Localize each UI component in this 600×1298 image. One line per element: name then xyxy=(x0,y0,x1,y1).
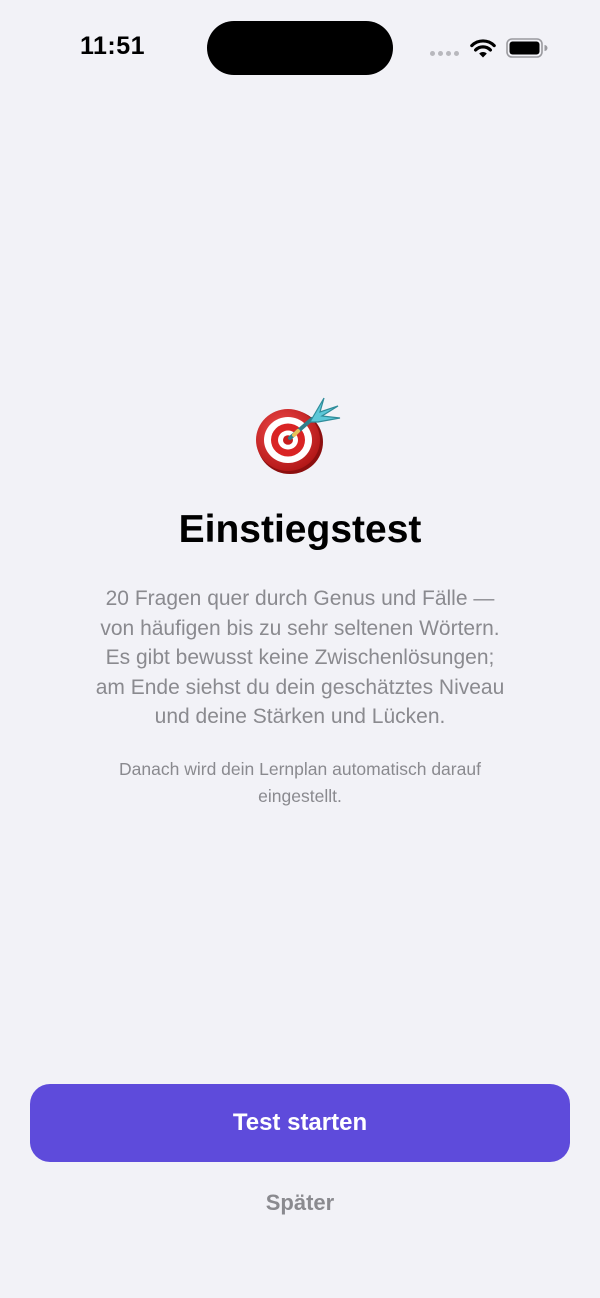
page-title: Einstiegstest xyxy=(178,508,422,551)
signal-dots-icon xyxy=(430,51,460,57)
wifi-icon xyxy=(470,39,496,58)
status-bar: 11:51 xyxy=(0,0,600,96)
dynamic-island xyxy=(207,21,393,75)
intro-description: 20 Fragen quer durch Genus und Fälle — v… xyxy=(95,587,505,728)
dart-target-icon xyxy=(256,397,341,474)
learning-plan-note: Danach wird dein Lernplan automatisch da… xyxy=(119,759,481,806)
status-time: 11:51 xyxy=(80,32,146,60)
start-test-button[interactable]: Test starten xyxy=(30,1084,570,1162)
later-button[interactable]: Später xyxy=(200,1182,400,1224)
battery-icon xyxy=(506,38,548,58)
